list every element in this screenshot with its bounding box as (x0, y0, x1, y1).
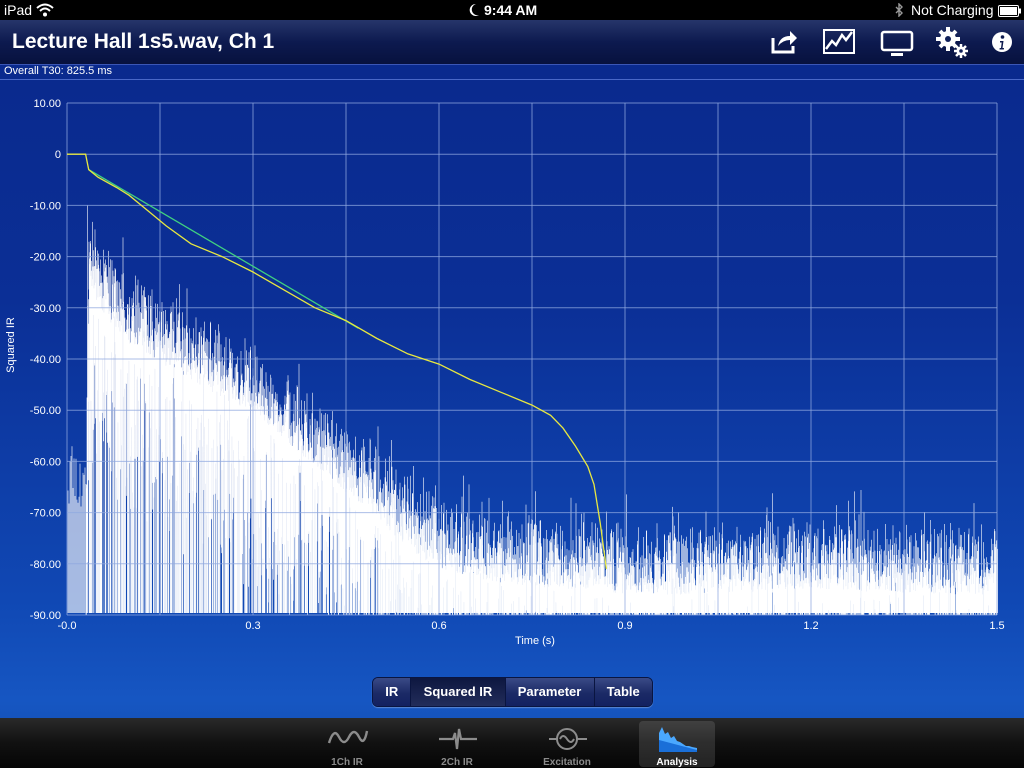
battery-icon (998, 4, 1022, 20)
display-icon (880, 30, 914, 56)
t30-readout: Overall T30: 825.5 ms (4, 65, 113, 77)
segment-squared-ir[interactable]: Squared IR (410, 678, 505, 706)
device-name: iPad (4, 2, 33, 18)
chart-icon (823, 29, 855, 54)
y-tick-label: 0 (55, 149, 61, 161)
y-axis-ticks: 10.00 0 -10.00 -20.00 -30.00 -40.00 -50.00 -60.… (30, 98, 61, 622)
x-axis-label: Time (s) (515, 635, 555, 647)
x-axis-ticks: -0.0 0.3 0.6 0.9 1.2 1.5 (58, 620, 1005, 632)
graph-button[interactable] (821, 24, 857, 60)
info-button[interactable] (984, 24, 1020, 60)
y-tick-label: -90.00 (30, 610, 61, 622)
y-axis-label: Squared IR (5, 317, 17, 373)
y-tick-label: -40.00 (30, 354, 61, 366)
battery-status-text: Not Charging (911, 2, 994, 18)
tab-bar: 1Ch IR 2Ch IR Excitation Analysis (0, 718, 1024, 768)
tab-2ch-ir[interactable]: 2Ch IR (419, 721, 495, 768)
segment-ir[interactable]: IR (373, 678, 411, 706)
wifi-icon (36, 3, 54, 20)
y-tick-label: -80.00 (30, 559, 61, 571)
page-title: Lecture Hall 1s5.wav, Ch 1 (12, 30, 275, 53)
pre-onset-noise (67, 446, 86, 613)
navigation-bar: Lecture Hall 1s5.wav, Ch 1 (0, 20, 1024, 65)
tab-label: Excitation (543, 757, 591, 768)
x-tick-label: -0.0 (58, 620, 77, 632)
tab-label: 1Ch IR (331, 757, 363, 768)
moon-icon (468, 3, 480, 20)
bluetooth-icon (894, 2, 904, 20)
tab-excitation[interactable]: Excitation (529, 721, 605, 768)
impulse-icon (439, 728, 477, 750)
tab-label: Analysis (656, 757, 698, 768)
x-tick-label: 0.3 (245, 620, 260, 632)
y-tick-label: -60.00 (30, 456, 61, 468)
y-tick-label: 10.00 (33, 98, 61, 110)
segment-table[interactable]: Table (593, 678, 652, 706)
histogram-icon (659, 727, 697, 752)
info-icon (992, 32, 1012, 52)
settings-button[interactable] (934, 24, 970, 60)
y-tick-label: -20.00 (30, 252, 61, 264)
share-icon (771, 31, 797, 54)
y-tick-label: -50.00 (30, 405, 61, 417)
segment-parameter[interactable]: Parameter (504, 678, 594, 706)
regression-fit-line (88, 169, 359, 329)
tab-label: 2Ch IR (441, 757, 473, 768)
x-tick-label: 1.5 (989, 620, 1004, 632)
display-button[interactable] (879, 24, 915, 60)
y-tick-label: -10.00 (30, 200, 61, 212)
tab-1ch-ir[interactable]: 1Ch IR (309, 721, 385, 768)
x-tick-label: 1.2 (803, 620, 818, 632)
tab-analysis[interactable]: Analysis (639, 721, 715, 768)
signal-generator-icon (549, 728, 587, 750)
status-bar: iPad 9:44 AM Not Charging (0, 0, 1024, 20)
sine-wave-icon (327, 730, 369, 744)
clock: 9:44 AM (484, 2, 538, 18)
x-tick-label: 0.9 (617, 620, 632, 632)
x-tick-label: 0.6 (431, 620, 446, 632)
y-tick-label: -70.00 (30, 508, 61, 520)
share-button[interactable] (766, 24, 802, 60)
y-tick-label: -30.00 (30, 303, 61, 315)
view-segmented-control: IR Squared IR Parameter Table (372, 677, 653, 707)
settings-icon (936, 27, 968, 58)
squared-ir-chart[interactable]: 10.00 0 -10.00 -20.00 -30.00 -40.00 -50.00 -60.… (0, 80, 1024, 650)
